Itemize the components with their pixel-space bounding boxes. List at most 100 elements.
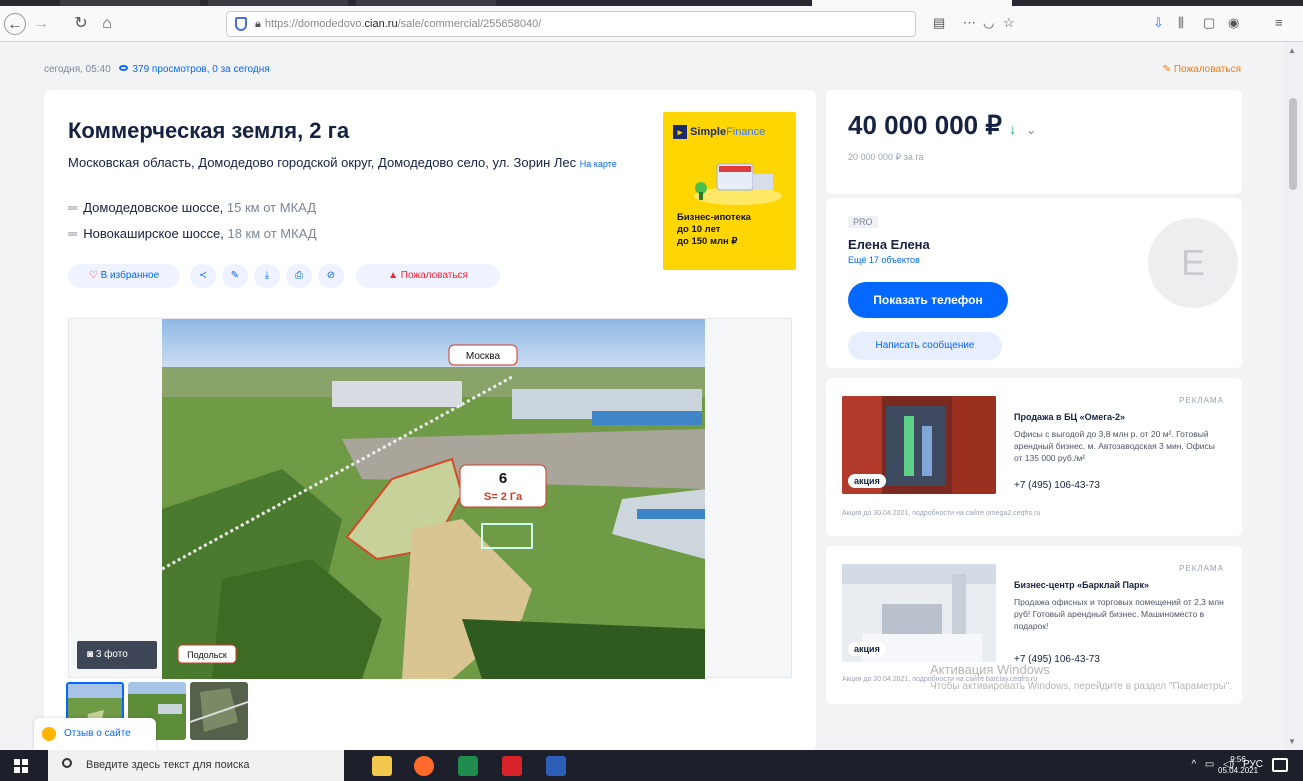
url-path: /sale/commercial/255658040/ (397, 18, 542, 30)
taskbar-search-input[interactable]: Введите здесь текст для поиска (48, 750, 344, 781)
ad-image[interactable]: акция (842, 564, 996, 662)
clock-time: 9:56 (1230, 755, 1246, 764)
share-icon: ≺ (198, 270, 208, 281)
views-count[interactable]: 379 просмотров, 0 за сегодня (132, 64, 269, 75)
aerial-photo: Москва 6 S= 2 Га Подольск (162, 319, 705, 679)
photo-gallery[interactable]: Москва 6 S= 2 Га Подольск ◙ 3 фото (68, 318, 792, 679)
write-message-button[interactable]: Написать сообщение (848, 332, 1002, 360)
download-icon[interactable]: ⇩ (1153, 15, 1164, 31)
price-value: 40 000 000 ₽ (848, 110, 1002, 140)
ad-card[interactable]: РЕКЛАМА акция Продажа в БЦ «Омега-2» Офи… (826, 378, 1242, 536)
favorite-button[interactable]: ♡ В избранное (68, 264, 180, 288)
ad-image[interactable]: акция (842, 396, 996, 494)
address: Московская область, Домодедово городской… (68, 153, 628, 174)
url-bar[interactable]: 🔒︎ https://domodedovo.cian.ru/sale/commer… (226, 11, 916, 37)
taskbar: Введите здесь текст для поиска ^ ▭ ◁) РУ… (0, 750, 1303, 781)
agent-name[interactable]: Елена Елена (848, 237, 930, 252)
banner-line: до 150 млн ₽ (677, 236, 738, 247)
scrollbar[interactable]: ▲ ▼ (1283, 42, 1303, 750)
label-podolsk: Подольск (187, 650, 227, 660)
library-icon[interactable]: ⫼ (1178, 15, 1184, 31)
scrollbar-thumb[interactable] (1289, 98, 1297, 190)
word-icon[interactable] (546, 756, 566, 776)
windows-activation-title: Активация Windows (930, 662, 1050, 677)
pocket-icon[interactable]: ◡ (983, 15, 994, 31)
reload-icon[interactable]: ↻ (70, 13, 92, 35)
url-prefix: https://domodedovo. (264, 18, 365, 30)
thumbnail-image (190, 682, 248, 740)
bookmark-star-icon[interactable]: ☆ (1003, 15, 1015, 31)
road-distance: 15 км от МКАД (226, 200, 317, 215)
map-link[interactable]: На карте (580, 159, 617, 169)
report-button[interactable]: ▲ Пожаловаться (356, 264, 500, 288)
notifications-icon[interactable] (1272, 758, 1288, 772)
avatar[interactable]: Е (1148, 218, 1238, 308)
menu-icon[interactable]: ≡ (1275, 15, 1283, 30)
photo-count-badge[interactable]: ◙ 3 фото (77, 641, 157, 669)
page-content: сегодня, 05:40 379 просмотров, 0 за сего… (0, 42, 1303, 750)
highway-icon: ═ (68, 200, 78, 215)
promo-badge: акция (848, 642, 886, 656)
address-text: Московская область, Домодедово городской… (68, 155, 577, 170)
pencil-icon: ✎ (230, 270, 240, 281)
listing-card: Коммерческая земля, 2 га Московская обла… (44, 90, 816, 750)
sidebar-icon[interactable]: ▢ (1203, 15, 1215, 31)
favorite-label: В избранное (100, 270, 160, 281)
label-moscow: Москва (466, 351, 501, 362)
hide-button[interactable]: ⊘ (318, 264, 344, 288)
complain-label: Пожаловаться (1173, 64, 1241, 75)
tracking-shield-icon[interactable] (235, 17, 247, 31)
download-button[interactable]: ⤓ (254, 264, 280, 288)
print-button[interactable]: ⎙ (286, 264, 312, 288)
complain-link[interactable]: ✎ Пожаловаться (1163, 64, 1241, 75)
forward-arrow-icon[interactable]: → (30, 13, 52, 35)
show-phone-button[interactable]: Показать телефон (848, 282, 1008, 318)
scroll-up-icon[interactable]: ▲ (1288, 46, 1296, 55)
road-distance: 18 км от МКАД (227, 226, 317, 241)
print-icon: ⎙ (295, 270, 303, 281)
highway-icon: ═ (68, 226, 78, 241)
camera-icon: ◙ (87, 649, 94, 660)
stores-illustration (694, 163, 782, 205)
tray-chevron-icon[interactable]: ^ (1191, 759, 1196, 770)
banner-text: Бизнес-ипотека до 10 лет до 150 млн ₽ (677, 212, 751, 248)
page-actions-icon[interactable]: ⋯ (963, 15, 976, 31)
ad-title[interactable]: Бизнес-центр «Барклай Парк» (1014, 580, 1222, 590)
search-placeholder: Введите здесь текст для поиска (86, 759, 250, 771)
back-arrow-icon[interactable]: ← (4, 13, 26, 35)
banner-ad[interactable]: ▸ SimpleFinance Бизнес-ипотека до 10 лет … (663, 112, 796, 270)
search-icon (62, 758, 72, 768)
plot-area: S= 2 Га (484, 491, 523, 503)
banner-line: Бизнес-ипотека (677, 212, 751, 223)
feedback-button[interactable]: Отзыв о сайте (34, 718, 156, 750)
ad-phone[interactable]: +7 (495) 106-43-73 (1014, 480, 1100, 491)
file-explorer-icon[interactable] (372, 756, 392, 776)
lock-icon[interactable]: 🔒︎ (255, 18, 261, 30)
photo-thumbnail[interactable] (190, 682, 248, 740)
share-button[interactable]: ≺ (190, 264, 216, 288)
price-down-icon: ↓ (1009, 121, 1017, 137)
banner-line: до 10 лет (677, 224, 721, 235)
listing-meta: сегодня, 05:40 379 просмотров, 0 за сего… (44, 64, 270, 75)
clock[interactable]: 9:56 05.04.2021 (1218, 754, 1258, 776)
home-icon[interactable]: ⌂ (96, 13, 118, 35)
pro-badge: PRO (848, 216, 878, 228)
reader-view-icon[interactable]: ▤ (933, 15, 945, 31)
agent-objects-link[interactable]: Ещё 17 объектов (848, 255, 920, 265)
road-name: Домодедовское шоссе, (83, 200, 224, 215)
windows-start-icon[interactable] (14, 759, 28, 773)
scroll-down-icon[interactable]: ▼ (1288, 737, 1296, 746)
account-icon[interactable]: ◉ (1228, 15, 1239, 31)
price-history-dropdown-icon[interactable]: ⌄ (1026, 123, 1036, 137)
banner-logo: ▸ SimpleFinance (673, 125, 765, 139)
excel-icon[interactable] (458, 756, 478, 776)
ad-title[interactable]: Продажа в БЦ «Омега-2» (1014, 412, 1222, 422)
network-icon[interactable]: ▭ (1205, 759, 1214, 770)
firefox-icon[interactable] (414, 756, 434, 776)
agent-card: PRO Елена Елена Ещё 17 объектов Е Показа… (826, 198, 1242, 368)
main-photo[interactable]: Москва 6 S= 2 Га Подольск (162, 319, 705, 679)
price: 40 000 000 ₽ ↓ ⌄ (848, 110, 1036, 141)
road-item: ═ Новокаширское шоссе, 18 км от МКАД (68, 226, 317, 241)
edit-note-button[interactable]: ✎ (222, 264, 248, 288)
acrobat-icon[interactable] (502, 756, 522, 776)
